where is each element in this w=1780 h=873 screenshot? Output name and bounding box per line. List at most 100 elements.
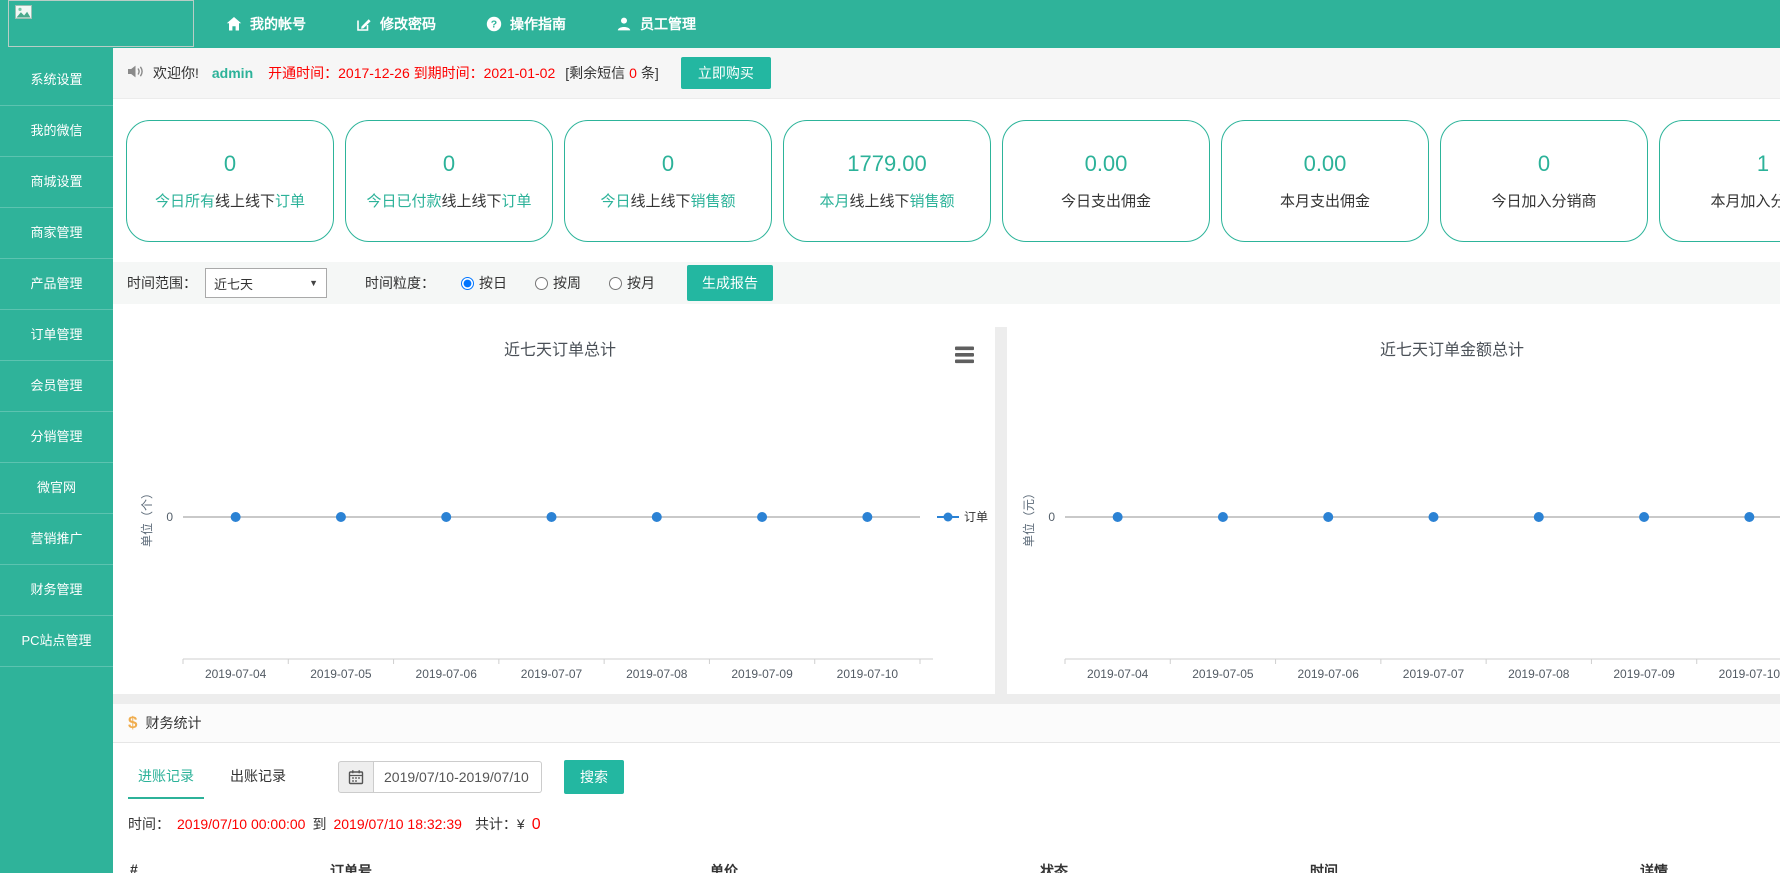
buy-now-button[interactable]: 立即购买 <box>681 57 771 89</box>
welcome-greeting: 欢迎你! <box>153 63 199 83</box>
help-icon: ? <box>486 16 502 32</box>
data-point[interactable] <box>1744 512 1754 522</box>
date-range-group <box>338 761 542 793</box>
x-tick-label: 2019-07-04 <box>1087 667 1149 681</box>
stat-label: 今日所有线上线下订单 <box>155 190 305 211</box>
x-tick-label: 2019-07-05 <box>1192 667 1254 681</box>
granularity-label: 时间粒度： <box>365 273 435 293</box>
account-period: 开通时间：2017-12-26 到期时间：2021-01-02 <box>268 63 555 83</box>
stat-value: 0.00 <box>1304 151 1347 177</box>
menu-item-3[interactable]: 员工管理 <box>616 14 696 34</box>
stat-label: 本月支出佣金 <box>1280 190 1370 211</box>
data-point[interactable] <box>1323 512 1333 522</box>
calendar-icon[interactable] <box>338 761 374 793</box>
stat-value: 0 <box>1538 151 1550 177</box>
charts-divider <box>995 327 1007 694</box>
stat-card-1[interactable]: 0今日已付款线上线下订单 <box>345 120 553 242</box>
sidebar-item-8[interactable]: 微官网 <box>0 463 113 514</box>
sidebar-item-11[interactable]: PC站点管理 <box>0 616 113 667</box>
time-range-label: 时间范围： <box>127 273 197 293</box>
generate-report-button[interactable]: 生成报告 <box>687 265 773 301</box>
data-point[interactable] <box>652 512 662 522</box>
section-divider <box>113 694 1780 704</box>
stat-card-7[interactable]: 1本月加入分销商 <box>1659 120 1780 242</box>
x-tick-label: 2019-07-09 <box>731 667 793 681</box>
data-point[interactable] <box>757 512 767 522</box>
time-from: 2019/07/10 00:00:00 <box>177 816 305 832</box>
stat-value: 0 <box>662 151 674 177</box>
dollar-icon: $ <box>128 713 137 733</box>
sms-count: 0 <box>625 65 641 81</box>
radio-input[interactable] <box>609 277 622 290</box>
chart-menu-icon[interactable] <box>955 347 974 364</box>
data-point[interactable] <box>1218 512 1228 522</box>
stat-card-2[interactable]: 0今日线上线下销售额 <box>564 120 772 242</box>
legend[interactable]: 订单 <box>937 510 988 524</box>
stat-card-4[interactable]: 0.00 今日支出佣金 <box>1002 120 1210 242</box>
data-point[interactable] <box>547 512 557 522</box>
finance-section-title: 财务统计 <box>145 713 201 733</box>
search-button[interactable]: 搜索 <box>564 760 624 794</box>
x-tick-label: 2019-07-04 <box>205 667 267 681</box>
x-tick-label: 2019-07-10 <box>1719 667 1780 681</box>
data-point[interactable] <box>231 512 241 522</box>
stat-label: 今日支出佣金 <box>1061 190 1151 211</box>
sidebar-item-10[interactable]: 财务管理 <box>0 565 113 616</box>
x-tick-label: 2019-07-05 <box>310 667 372 681</box>
data-point[interactable] <box>336 512 346 522</box>
sidebar-item-2[interactable]: 商城设置 <box>0 157 113 208</box>
table-header-5: 详情 <box>1640 861 1668 873</box>
sidebar-item-0[interactable]: 系统设置 <box>0 55 113 106</box>
stat-card-0[interactable]: 0 今日所有线上线下订单 <box>126 120 334 242</box>
total-label: 共计：¥ <box>475 814 525 834</box>
granularity-option-0[interactable]: 按日 <box>461 273 507 293</box>
x-tick-label: 2019-07-07 <box>1403 667 1465 681</box>
sidebar-item-9[interactable]: 营销推广 <box>0 514 113 565</box>
date-range-input[interactable] <box>374 761 542 793</box>
data-point[interactable] <box>862 512 872 522</box>
sidebar-item-7[interactable]: 分销管理 <box>0 412 113 463</box>
granularity-option-2[interactable]: 按月 <box>609 273 655 293</box>
sidebar-item-4[interactable]: 产品管理 <box>0 259 113 310</box>
time-to: 2019/07/10 18:32:39 <box>333 816 461 832</box>
sidebar-item-3[interactable]: 商家管理 <box>0 208 113 259</box>
menu-item-label: 修改密码 <box>380 14 436 34</box>
radio-input[interactable] <box>461 277 474 290</box>
edit-icon <box>356 16 372 32</box>
data-point[interactable] <box>1639 512 1649 522</box>
stat-value: 0 <box>224 151 236 177</box>
svg-text:?: ? <box>491 19 497 31</box>
stat-card-5[interactable]: 0.00 本月支出佣金 <box>1221 120 1429 242</box>
sidebar-item-1[interactable]: 我的微信 <box>0 106 113 157</box>
total-value: 0 <box>532 816 541 834</box>
chevron-down-icon: ▼ <box>309 278 318 288</box>
tab-0[interactable]: 进账记录 <box>128 755 204 799</box>
x-tick-label: 2019-07-08 <box>626 667 688 681</box>
username: admin <box>212 65 253 81</box>
sidebar-item-6[interactable]: 会员管理 <box>0 361 113 412</box>
tab-1[interactable]: 出账记录 <box>220 755 296 799</box>
menu-item-0[interactable]: 我的帐号 <box>226 14 306 34</box>
table-header-4: 时间 <box>1310 861 1338 873</box>
users-icon <box>616 16 632 32</box>
stat-card-6[interactable]: 0今日加入分销商 <box>1440 120 1648 242</box>
main-content: 欢迎你! admin 开通时间：2017-12-26 到期时间：2021-01-… <box>113 48 1780 873</box>
stat-value: 0.00 <box>1085 151 1128 177</box>
radio-input[interactable] <box>535 277 548 290</box>
granularity-option-1[interactable]: 按周 <box>535 273 581 293</box>
stat-card-3[interactable]: 1779.00本月线上线下销售额 <box>783 120 991 242</box>
menu-item-1[interactable]: 修改密码 <box>356 14 436 34</box>
data-point[interactable] <box>1113 512 1123 522</box>
data-point[interactable] <box>1429 512 1439 522</box>
table-header-1: 订单号 <box>330 861 372 873</box>
sidebar-item-5[interactable]: 订单管理 <box>0 310 113 361</box>
data-point[interactable] <box>441 512 451 522</box>
charts-row: 近七天订单总计单位（个）02019-07-042019-07-052019-07… <box>113 327 1780 694</box>
menu-item-2[interactable]: ? 操作指南 <box>486 14 566 34</box>
menu-item-label: 操作指南 <box>510 14 566 34</box>
time-range-select[interactable]: 近七天 ▼ <box>205 268 327 298</box>
logo <box>8 0 194 47</box>
data-point[interactable] <box>1534 512 1544 522</box>
menu-item-label: 我的帐号 <box>250 14 306 34</box>
chart-title: 近七天订单总计 <box>504 341 616 359</box>
